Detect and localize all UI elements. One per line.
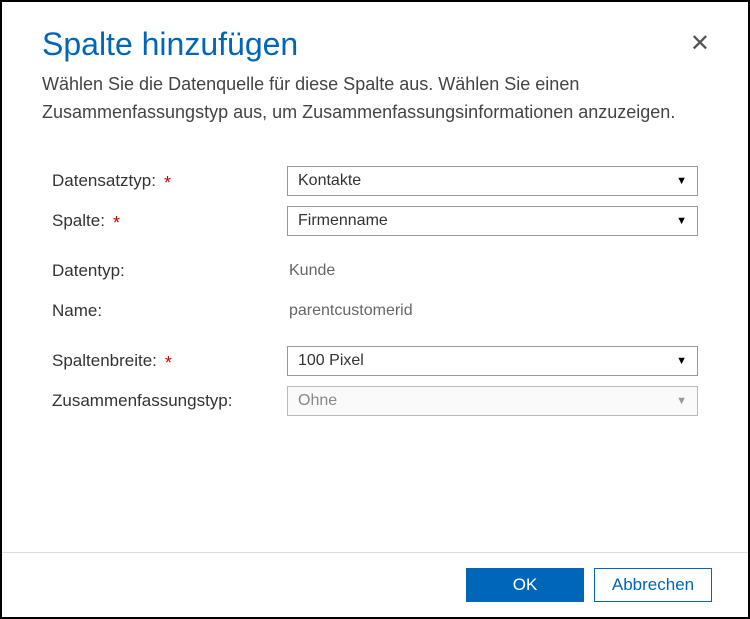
close-icon: ✕ xyxy=(690,30,710,57)
row-summary-type: Zusammenfassungstyp: Ohne ▼ xyxy=(52,385,698,417)
ok-button[interactable]: OK xyxy=(466,568,584,602)
record-type-value: Kontakte xyxy=(298,172,697,190)
close-button[interactable]: ✕ xyxy=(690,32,710,56)
dialog-description: Wählen Sie die Datenquelle für diese Spa… xyxy=(42,71,708,127)
label-record-type: Datensatztyp: * xyxy=(52,171,287,191)
label-column-width: Spaltenbreite: * xyxy=(52,351,287,371)
label-summary-type-text: Zusammenfassungstyp: xyxy=(52,391,232,411)
label-record-type-text: Datensatztyp: xyxy=(52,171,156,191)
label-column: Spalte: * xyxy=(52,211,287,231)
value-cell: Kontakte ▼ xyxy=(287,166,698,196)
row-data-type: Datentyp: Kunde xyxy=(52,255,698,287)
value-cell: parentcustomerid xyxy=(287,302,698,320)
row-record-type: Datensatztyp: * Kontakte ▼ xyxy=(52,165,698,197)
label-data-type-text: Datentyp: xyxy=(52,261,125,281)
required-marker: * xyxy=(164,174,171,192)
required-marker: * xyxy=(113,214,120,232)
row-column-width: Spaltenbreite: * 100 Pixel ▼ xyxy=(52,345,698,377)
column-value: Firmenname xyxy=(298,212,697,230)
column-width-select[interactable]: 100 Pixel ▼ xyxy=(287,346,698,376)
column-width-value: 100 Pixel xyxy=(298,352,697,370)
chevron-down-icon: ▼ xyxy=(676,175,687,187)
label-name: Name: xyxy=(52,301,287,321)
value-cell: Firmenname ▼ xyxy=(287,206,698,236)
name-value: parentcustomerid xyxy=(287,302,413,319)
label-summary-type: Zusammenfassungstyp: xyxy=(52,391,287,411)
add-column-dialog: Spalte hinzufügen ✕ Wählen Sie die Daten… xyxy=(0,0,750,619)
cancel-button[interactable]: Abbrechen xyxy=(594,568,712,602)
dialog-footer: OK Abbrechen xyxy=(2,552,748,617)
record-type-select[interactable]: Kontakte ▼ xyxy=(287,166,698,196)
row-column: Spalte: * Firmenname ▼ xyxy=(52,205,698,237)
value-cell: 100 Pixel ▼ xyxy=(287,346,698,376)
value-cell: Kunde xyxy=(287,262,698,280)
dialog-header: Spalte hinzufügen ✕ Wählen Sie die Daten… xyxy=(2,2,748,127)
summary-type-select[interactable]: Ohne ▼ xyxy=(287,386,698,416)
label-data-type: Datentyp: xyxy=(52,261,287,281)
dialog-title: Spalte hinzufügen xyxy=(42,26,708,63)
label-name-text: Name: xyxy=(52,301,102,321)
chevron-down-icon: ▼ xyxy=(676,215,687,227)
summary-type-value: Ohne xyxy=(298,392,697,410)
label-column-width-text: Spaltenbreite: xyxy=(52,351,157,371)
value-cell: Ohne ▼ xyxy=(287,386,698,416)
chevron-down-icon: ▼ xyxy=(676,355,687,367)
data-type-value: Kunde xyxy=(287,262,335,279)
label-column-text: Spalte: xyxy=(52,211,105,231)
column-select[interactable]: Firmenname ▼ xyxy=(287,206,698,236)
chevron-down-icon: ▼ xyxy=(676,395,687,407)
form-body: Datensatztyp: * Kontakte ▼ Spalte: * Fir… xyxy=(2,127,748,552)
required-marker: * xyxy=(165,354,172,372)
row-name: Name: parentcustomerid xyxy=(52,295,698,327)
